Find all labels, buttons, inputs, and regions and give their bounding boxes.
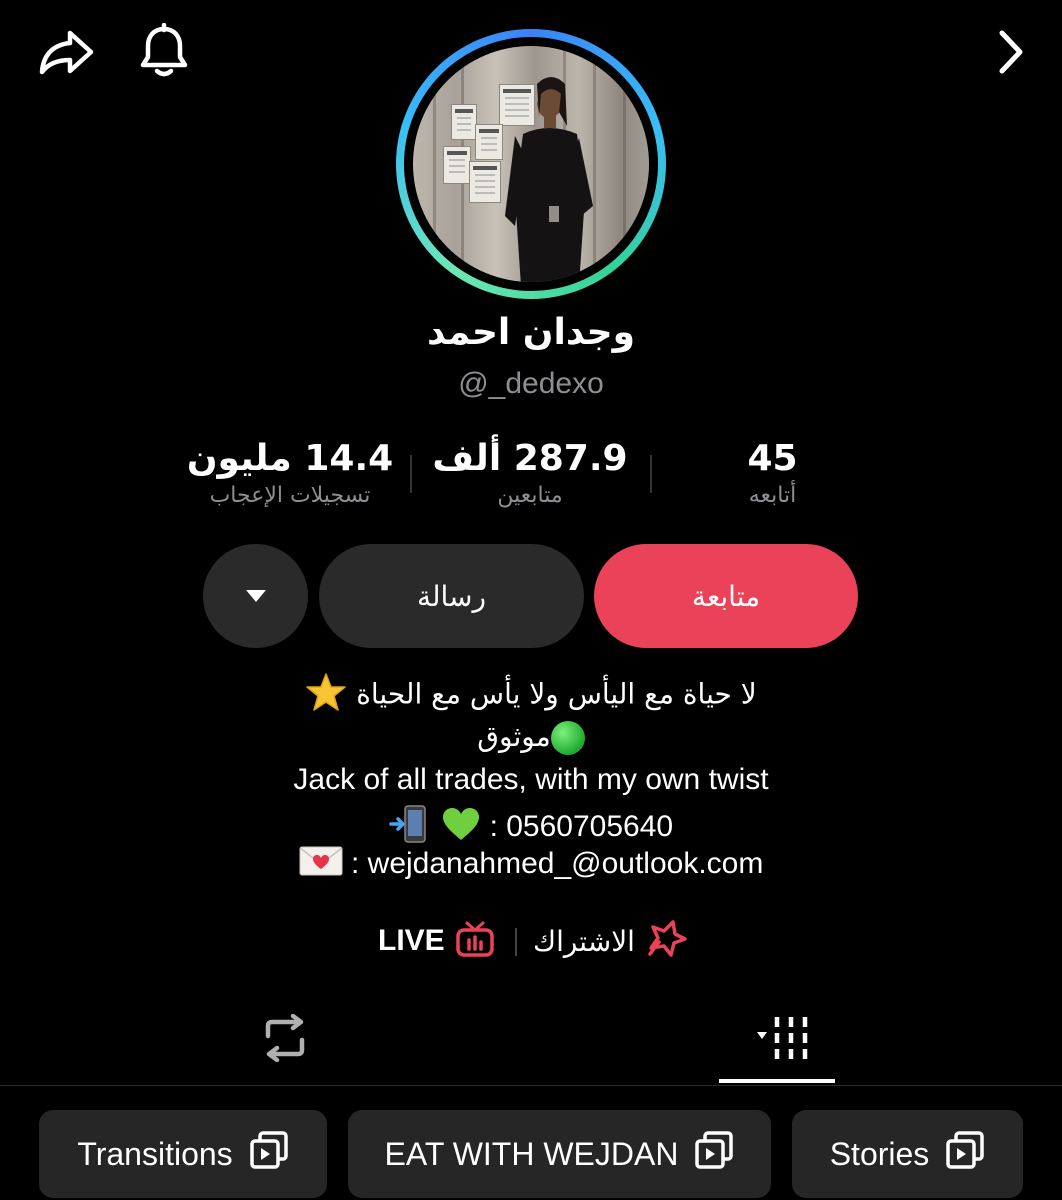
share-arrow-icon[interactable] <box>36 22 96 82</box>
love-letter-icon <box>299 845 343 885</box>
playlist-transitions[interactable]: Transitions <box>39 1110 327 1198</box>
bio-line-2: موثوق <box>0 720 1062 755</box>
live-label: LIVE <box>378 924 445 957</box>
profile-photo <box>413 46 649 282</box>
subscribe-link[interactable]: الاشتراك <box>533 918 687 964</box>
playlist-icon <box>249 1130 289 1178</box>
playlist-label: Stories <box>829 1135 930 1172</box>
repost-icon <box>258 1013 312 1066</box>
follow-button[interactable]: متابعة <box>594 544 858 648</box>
playlist-stories[interactable]: Stories <box>792 1110 1023 1198</box>
caret-down-icon <box>245 590 266 602</box>
link-divider <box>515 928 517 956</box>
bell-icon[interactable] <box>134 22 194 82</box>
following-label: أتابعه <box>748 483 797 508</box>
message-label: رسالة <box>416 579 487 613</box>
grid-videos-icon <box>737 1015 817 1065</box>
bio-line-3: Jack of all trades, with my own twist <box>293 763 769 796</box>
following-count: 45 <box>747 438 798 479</box>
tab-videos[interactable] <box>719 1000 835 1080</box>
phone-number: : 0560705640 <box>489 809 674 843</box>
green-circle-icon <box>550 721 585 755</box>
display-name: وجدان احمد <box>427 312 635 353</box>
stat-divider <box>650 455 652 493</box>
stat-likes: 14.4 مليون تسجيلات الإعجاب <box>180 438 400 508</box>
stat-divider <box>410 455 412 493</box>
message-button[interactable]: رسالة <box>319 544 584 648</box>
likes-count: 14.4 مليون <box>186 438 394 479</box>
follow-label: متابعة <box>691 579 761 613</box>
live-link[interactable]: LIVE <box>378 918 495 964</box>
tabs-divider <box>0 1085 1062 1086</box>
tab-reposts[interactable] <box>240 1000 330 1080</box>
more-options-button[interactable] <box>203 544 308 648</box>
username: @_dedexo <box>458 367 604 400</box>
email-address: : wejdanahmed_@outlook.com <box>350 846 764 880</box>
playlist-icon <box>945 1130 985 1178</box>
bio-motto: لا حياة مع اليأس ولا يأس مع الحياة <box>356 677 757 711</box>
playlist-eat-with-wejdan[interactable]: EAT WITH WEJDAN <box>348 1110 771 1198</box>
bio-line-1: لا حياة مع اليأس ولا يأس مع الحياة <box>0 672 1062 719</box>
bio-verified-text: موثوق <box>477 720 551 753</box>
playlist-label: Transitions <box>77 1135 233 1172</box>
star-icon <box>305 672 347 719</box>
bio-line-5: : wejdanahmed_@outlook.com <box>0 845 1062 885</box>
chevron-right-icon[interactable] <box>980 22 1040 82</box>
avatar[interactable] <box>396 29 666 299</box>
subscribe-label: الاشتراك <box>533 924 635 958</box>
playlist-label: EAT WITH WEJDAN <box>384 1135 679 1172</box>
followers-label: متابعين <box>497 483 563 508</box>
active-tab-indicator <box>719 1079 835 1083</box>
stat-followers[interactable]: 287.9 ألف متابعين <box>425 438 635 508</box>
subscribe-star-icon <box>645 918 687 964</box>
tv-icon <box>455 920 495 962</box>
green-heart-icon <box>441 806 481 850</box>
likes-label: تسجيلات الإعجاب <box>209 483 371 508</box>
followers-count: 287.9 ألف <box>432 438 628 479</box>
stat-following[interactable]: 45 أتابعه <box>690 438 855 508</box>
playlist-icon <box>694 1130 734 1178</box>
